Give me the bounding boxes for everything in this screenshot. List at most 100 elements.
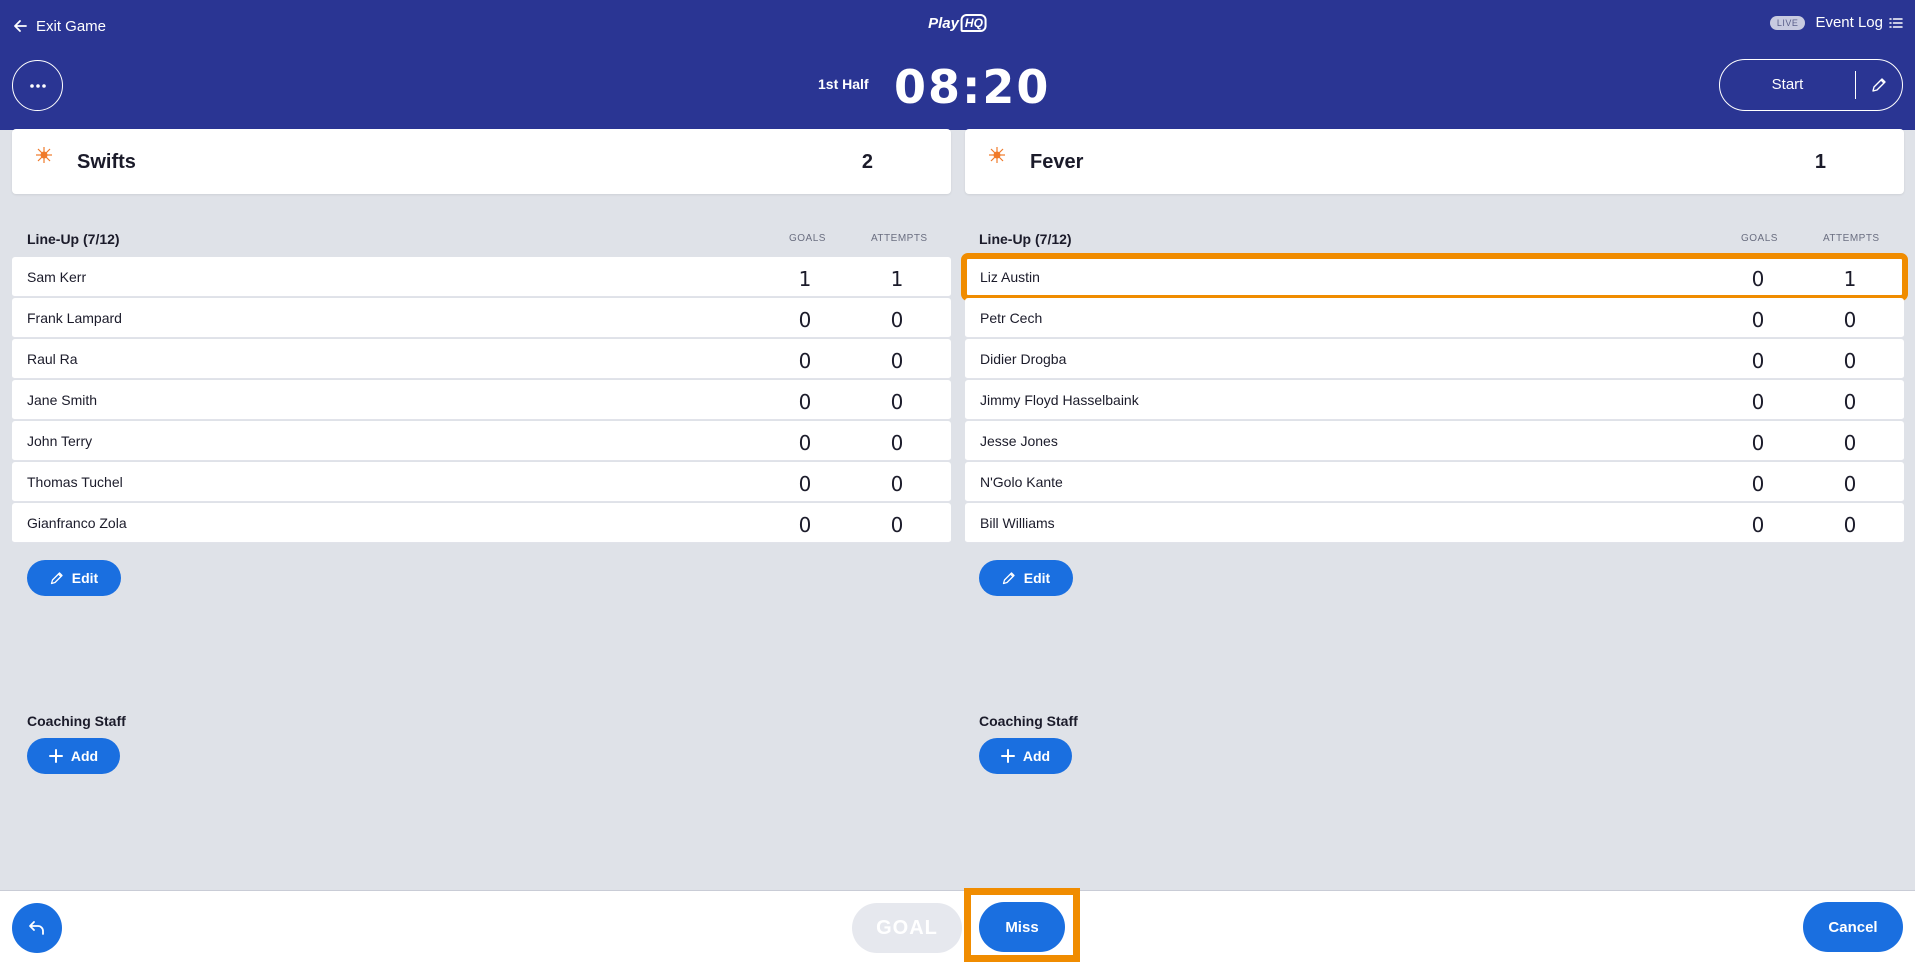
more-options-button[interactable] <box>12 60 63 111</box>
player-name: Jimmy Floyd Hasselbaink <box>980 392 1139 408</box>
player-name: Liz Austin <box>980 269 1040 285</box>
edit-clock-button[interactable] <box>1856 77 1902 93</box>
player-goals: 0 <box>798 513 812 537</box>
player-goals: 0 <box>1751 431 1765 455</box>
player-goals: 0 <box>798 431 812 455</box>
live-badge: LIVE <box>1769 15 1806 30</box>
player-attempts: 0 <box>1843 390 1857 414</box>
player-goals: 0 <box>1751 390 1765 414</box>
game-clock: 08:20 <box>894 60 1051 114</box>
team-card-away: Fever 1 <box>965 129 1904 194</box>
player-name: Gianfranco Zola <box>27 515 127 531</box>
player-goals: 0 <box>798 349 812 373</box>
lineup-heading: Line-Up (7/12) <box>27 231 120 247</box>
pencil-icon <box>1002 572 1015 585</box>
player-name: Didier Drogba <box>980 351 1067 367</box>
player-name: Petr Cech <box>980 310 1043 326</box>
edit-lineup-button[interactable]: Edit <box>979 560 1073 596</box>
edit-label: Edit <box>71 570 99 586</box>
edit-label: Edit <box>1023 570 1051 586</box>
player-name: Jesse Jones <box>980 433 1058 449</box>
add-label: Add <box>1022 748 1051 764</box>
player-attempts: 0 <box>890 513 904 537</box>
player-row[interactable]: John Terry 0 0 <box>12 421 951 461</box>
player-row[interactable]: Thomas Tuchel 0 0 <box>12 462 951 502</box>
add-coach-button[interactable]: Add <box>979 738 1072 774</box>
arrow-left-icon <box>14 20 27 32</box>
team-name: Fever <box>1030 151 1084 173</box>
team-logo-icon <box>36 147 52 163</box>
player-row[interactable]: Jane Smith 0 0 <box>12 380 951 420</box>
edit-lineup-button[interactable]: Edit <box>27 560 121 596</box>
goals-column-header: GOALS <box>1741 233 1778 244</box>
coaching-staff-heading: Coaching Staff <box>979 713 1078 729</box>
player-attempts: 0 <box>1843 308 1857 332</box>
player-name: John Terry <box>27 433 93 449</box>
plus-icon <box>48 749 63 763</box>
player-goals: 0 <box>1751 472 1765 496</box>
player-attempts: 0 <box>1843 349 1857 373</box>
miss-button[interactable]: Miss <box>979 902 1065 952</box>
player-goals: 0 <box>798 472 812 496</box>
player-attempts: 0 <box>890 308 904 332</box>
bottom-action-bar: GOAL <box>0 890 1915 962</box>
ellipsis-icon <box>29 83 46 88</box>
start-button[interactable]: Start <box>1720 71 1856 99</box>
attempts-column-header: ATTEMPTS <box>871 233 928 244</box>
player-name: Jane Smith <box>27 392 98 408</box>
event-log-button[interactable]: Event Log <box>1815 14 1903 31</box>
period-label: 1st Half <box>818 76 869 92</box>
player-row[interactable]: Jesse Jones 0 0 <box>965 421 1904 461</box>
player-name: Frank Lampard <box>27 310 122 326</box>
player-row[interactable]: Petr Cech 0 0 <box>965 298 1904 338</box>
player-attempts: 1 <box>890 267 904 291</box>
playhq-logo: Play HQ <box>928 14 987 32</box>
team-score: 2 <box>861 151 873 173</box>
player-name: Bill Williams <box>980 515 1055 531</box>
player-goals: 0 <box>1751 267 1765 291</box>
player-attempts: 0 <box>890 431 904 455</box>
lineup-list-away: Liz Austin 0 1 Petr Cech 0 0 Didier Drogba 0 0… <box>961 253 1908 544</box>
player-attempts: 0 <box>890 472 904 496</box>
add-label: Add <box>70 748 99 764</box>
logo-play-text: Play <box>928 14 959 32</box>
team-score: 1 <box>1814 151 1826 173</box>
player-name: N'Golo Kante <box>980 474 1063 490</box>
event-log-label: Event Log <box>1815 14 1883 31</box>
player-name: Sam Kerr <box>27 269 87 285</box>
cancel-button[interactable]: Cancel <box>1803 902 1903 952</box>
player-attempts: 1 <box>1843 267 1857 291</box>
player-row[interactable]: Gianfranco Zola 0 0 <box>12 503 951 543</box>
goals-column-header: GOALS <box>789 233 826 244</box>
goal-button[interactable]: GOAL <box>852 903 962 953</box>
player-attempts: 0 <box>1843 513 1857 537</box>
player-row[interactable]: Frank Lampard 0 0 <box>12 298 951 338</box>
lineup-list-home: Sam Kerr 1 1 Frank Lampard 0 0 Raul Ra 0 0 Jan… <box>12 257 951 544</box>
player-row[interactable]: Sam Kerr 1 1 <box>12 257 951 297</box>
player-row[interactable]: Didier Drogba 0 0 <box>965 339 1904 379</box>
add-coach-button[interactable]: Add <box>27 738 120 774</box>
top-bar: Exit Game Play HQ LIVE Event Log 1st Hal… <box>0 0 1915 130</box>
player-attempts: 0 <box>1843 431 1857 455</box>
player-row[interactable]: Jimmy Floyd Hasselbaink 0 0 <box>965 380 1904 420</box>
player-goals: 0 <box>798 390 812 414</box>
player-row-selected[interactable]: Liz Austin 0 1 <box>961 253 1908 301</box>
team-name: Swifts <box>77 151 136 173</box>
player-row[interactable]: Bill Williams 0 0 <box>965 503 1904 543</box>
player-goals: 0 <box>1751 513 1765 537</box>
player-row[interactable]: Raul Ra 0 0 <box>12 339 951 379</box>
clock-controls: Start <box>1719 59 1903 111</box>
player-goals: 0 <box>1751 349 1765 373</box>
undo-button[interactable] <box>12 903 62 953</box>
player-attempts: 0 <box>890 390 904 414</box>
exit-game-button[interactable]: Exit Game <box>12 14 106 38</box>
logo-hq-text: HQ <box>960 14 987 32</box>
player-row[interactable]: N'Golo Kante 0 0 <box>965 462 1904 502</box>
player-attempts: 0 <box>1843 472 1857 496</box>
list-icon <box>1889 17 1903 28</box>
exit-game-label: Exit Game <box>36 17 107 35</box>
player-name: Raul Ra <box>27 351 78 367</box>
team-logo-icon <box>989 147 1005 163</box>
pencil-icon <box>50 572 63 585</box>
player-goals: 0 <box>798 308 812 332</box>
